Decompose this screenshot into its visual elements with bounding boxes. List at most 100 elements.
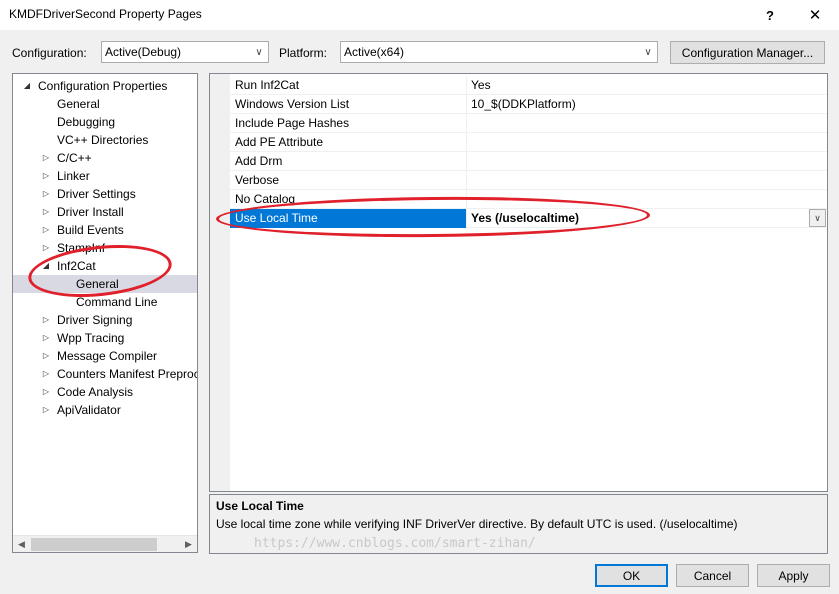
expand-arrow-icon[interactable]: ▷ xyxy=(41,401,51,419)
tree-item[interactable]: ▷ Driver Settings xyxy=(13,185,197,203)
property-row[interactable]: Use Local Time Yes (/uselocaltime) ∨ xyxy=(230,209,827,228)
tree-item-label: General xyxy=(76,277,119,291)
expand-arrow-icon[interactable]: ▷ xyxy=(41,221,51,239)
property-row[interactable]: Include Page Hashes xyxy=(230,114,827,133)
chevron-down-icon[interactable]: ∨ xyxy=(809,209,826,227)
tree-item-label: Driver Settings xyxy=(57,187,136,201)
apply-button[interactable]: Apply xyxy=(757,564,830,587)
tree-item-label: Inf2Cat xyxy=(57,259,96,273)
description-text: Use local time zone while verifying INF … xyxy=(216,517,738,531)
tree-item-label: Counters Manifest Preproc xyxy=(57,367,198,381)
title-bar: KMDFDriverSecond Property Pages ? ✕ xyxy=(0,0,839,30)
scroll-left-icon[interactable]: ◀ xyxy=(13,536,30,552)
expand-arrow-icon[interactable]: ▷ xyxy=(41,383,51,401)
tree-item[interactable]: ▷ StampInf xyxy=(13,239,197,257)
window-title: KMDFDriverSecond Property Pages xyxy=(9,7,202,21)
tree-item-label: Debugging xyxy=(57,115,116,129)
ok-button[interactable]: OK xyxy=(595,564,668,587)
property-value[interactable] xyxy=(468,152,808,171)
expand-arrow-icon[interactable]: ▷ xyxy=(41,185,51,203)
tree-item[interactable]: ▷ Build Events xyxy=(13,221,197,239)
property-value[interactable] xyxy=(468,171,808,190)
platform-value: Active(x64) xyxy=(344,45,405,59)
tree-item[interactable]: ▷ Driver Signing xyxy=(13,311,197,329)
property-name: Add Drm xyxy=(230,152,467,171)
tree-item-label: Driver Signing xyxy=(57,313,133,327)
scrollbar-thumb[interactable] xyxy=(31,538,157,551)
help-button[interactable]: ? xyxy=(750,0,790,30)
category-tree[interactable]: ◢ Configuration Properties General Debuggin… xyxy=(12,73,198,553)
cancel-button[interactable]: Cancel xyxy=(676,564,749,587)
tree-item-label: ApiValidator xyxy=(57,403,121,417)
property-row[interactable]: Windows Version List 10_$(DDKPlatform) xyxy=(230,95,827,114)
grid-margin xyxy=(210,74,230,491)
chevron-down-icon: ∨ xyxy=(644,46,652,58)
property-value[interactable] xyxy=(468,190,808,209)
tree-item-label: Linker xyxy=(57,169,90,183)
platform-dropdown[interactable]: Active(x64) ∨ xyxy=(340,41,658,63)
expand-arrow-icon[interactable]: ▷ xyxy=(41,149,51,167)
property-grid[interactable]: Run Inf2Cat Yes Windows Version List 10_$(D… xyxy=(209,73,828,492)
property-value[interactable]: Yes (/uselocaltime) xyxy=(468,209,808,228)
property-name: Include Page Hashes xyxy=(230,114,467,133)
expand-arrow-icon[interactable]: ▷ xyxy=(41,311,51,329)
configuration-dropdown[interactable]: Active(Debug) ∨ xyxy=(101,41,269,63)
tree-item[interactable]: General xyxy=(13,95,197,113)
tree-horizontal-scrollbar[interactable]: ◀ ▶ xyxy=(13,535,197,552)
property-value[interactable] xyxy=(468,133,808,152)
property-value[interactable]: Yes xyxy=(468,76,808,95)
expand-arrow-icon[interactable]: ▷ xyxy=(41,239,51,257)
platform-label: Platform: xyxy=(279,46,328,60)
configuration-label: Configuration: xyxy=(12,46,87,60)
expand-arrow-icon[interactable]: ▷ xyxy=(41,365,51,383)
tree-item-label: Message Compiler xyxy=(57,349,158,363)
tree-item[interactable]: ▷ C/C++ xyxy=(13,149,197,167)
tree-item[interactable]: ▷ ApiValidator xyxy=(13,401,197,419)
configuration-manager-button[interactable]: Configuration Manager... xyxy=(670,41,825,64)
tree-item[interactable]: Command Line xyxy=(13,293,197,311)
tree-item[interactable]: VC++ Directories xyxy=(13,131,197,149)
property-name: Use Local Time xyxy=(230,209,467,228)
tree-item[interactable]: ◢ Configuration Properties xyxy=(13,77,197,95)
property-value[interactable] xyxy=(468,114,808,133)
tree-item[interactable]: ▷ Counters Manifest Preproc xyxy=(13,365,197,383)
tree-item-label: Command Line xyxy=(76,295,158,309)
configuration-value: Active(Debug) xyxy=(105,45,182,59)
property-row[interactable]: No Catalog xyxy=(230,190,827,209)
tree-item-label: General xyxy=(57,97,100,111)
tree-item[interactable]: General xyxy=(13,275,197,293)
property-name: No Catalog xyxy=(230,190,467,209)
property-row[interactable]: Verbose xyxy=(230,171,827,190)
tree-item[interactable]: ▷ Linker xyxy=(13,167,197,185)
watermark: https://www.cnblogs.com/smart-zihan/ xyxy=(254,536,536,551)
tree-item[interactable]: ◢ Inf2Cat xyxy=(13,257,197,275)
tree-item-label: Driver Install xyxy=(57,205,124,219)
property-value[interactable]: 10_$(DDKPlatform) xyxy=(468,95,808,114)
tree-item[interactable]: Debugging xyxy=(13,113,197,131)
tree-item-label: StampInf xyxy=(57,241,106,255)
tree-item-label: Configuration Properties xyxy=(38,79,168,93)
description-panel: Use Local Time Use local time zone while… xyxy=(209,494,828,554)
tree-item[interactable]: ▷ Driver Install xyxy=(13,203,197,221)
property-row[interactable]: Run Inf2Cat Yes xyxy=(230,76,827,95)
tree-item[interactable]: ▷ Code Analysis xyxy=(13,383,197,401)
tree-item-label: VC++ Directories xyxy=(57,133,149,147)
expand-arrow-icon[interactable]: ▷ xyxy=(41,203,51,221)
property-row[interactable]: Add Drm xyxy=(230,152,827,171)
tree-item[interactable]: ▷ Wpp Tracing xyxy=(13,329,197,347)
expand-arrow-icon[interactable]: ▷ xyxy=(41,347,51,365)
property-row[interactable]: Add PE Attribute xyxy=(230,133,827,152)
property-name: Run Inf2Cat xyxy=(230,76,467,95)
property-name: Windows Version List xyxy=(230,95,467,114)
expand-arrow-icon[interactable]: ▷ xyxy=(41,167,51,185)
close-button[interactable]: ✕ xyxy=(795,0,835,30)
tree-item-label: Wpp Tracing xyxy=(57,331,125,345)
property-name: Verbose xyxy=(230,171,467,190)
expand-arrow-icon[interactable]: ▷ xyxy=(41,329,51,347)
tree-item[interactable]: ▷ Message Compiler xyxy=(13,347,197,365)
collapse-arrow-icon[interactable]: ◢ xyxy=(41,257,51,275)
collapse-arrow-icon[interactable]: ◢ xyxy=(22,77,32,95)
scroll-right-icon[interactable]: ▶ xyxy=(180,536,197,552)
tree-item-label: Code Analysis xyxy=(57,385,134,399)
description-title: Use Local Time xyxy=(216,499,304,513)
